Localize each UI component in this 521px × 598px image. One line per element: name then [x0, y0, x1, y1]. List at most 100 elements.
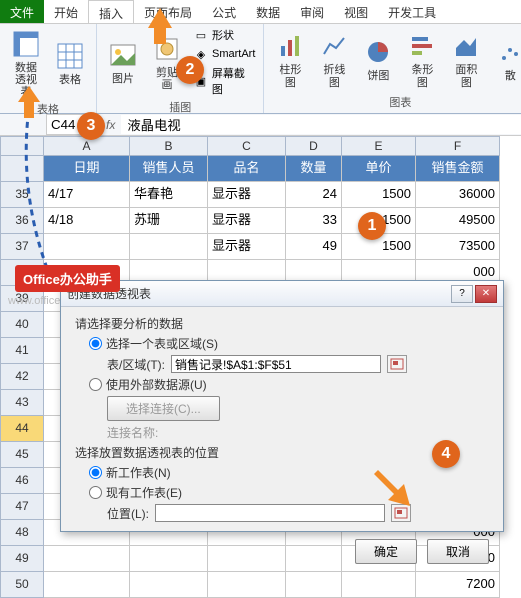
cell[interactable]: 华春艳 [130, 182, 208, 208]
shapes-button[interactable]: ▭形状 [191, 26, 257, 44]
location-label: 位置(L): [107, 505, 149, 522]
col-header-C[interactable]: C [208, 136, 286, 156]
table-button[interactable]: 表格 [50, 26, 90, 100]
create-pivot-dialog: 创建数据透视表 ? ✕ 请选择要分析的数据 选择一个表或区域(S) 表/区域(T… [60, 280, 504, 532]
cell[interactable]: 苏珊 [130, 208, 208, 234]
tab-formula[interactable]: 公式 [202, 0, 246, 23]
shapes-icon: ▭ [193, 27, 209, 43]
col-header-B[interactable]: B [130, 136, 208, 156]
dialog-close-button[interactable]: ✕ [475, 285, 497, 303]
group-illust-label: 插图 [103, 98, 257, 116]
cell[interactable]: 显示器 [208, 182, 286, 208]
header-cell-B[interactable]: 销售人员 [130, 156, 208, 182]
col-header-D[interactable]: D [286, 136, 342, 156]
picture-button[interactable]: 图片 [103, 26, 143, 98]
pie-chart-icon [362, 36, 394, 68]
tab-file[interactable]: 文件 [0, 0, 44, 23]
column-headers: A B C D E F [0, 136, 521, 156]
cell[interactable]: 24 [286, 182, 342, 208]
table-icon [54, 40, 86, 72]
row-header[interactable]: 40 [0, 312, 44, 338]
ribbon-content: 数据 透视表 表格 表格 图片 剪贴画 ▭形状 ◈SmartArt ▣屏幕截图 [0, 24, 521, 114]
radio-existing-sheet[interactable] [89, 486, 102, 499]
col-header-E[interactable]: E [342, 136, 416, 156]
section-analyze-label: 请选择要分析的数据 [75, 315, 489, 332]
cell[interactable] [286, 572, 342, 598]
cell[interactable]: 36000 [416, 182, 500, 208]
conn-name-label: 连接名称: [107, 424, 158, 441]
location-input[interactable] [155, 504, 385, 522]
cell[interactable]: 73500 [416, 234, 500, 260]
tab-view[interactable]: 视图 [334, 0, 378, 23]
ribbon-tabs: 文件 开始 插入 页面布局 公式 数据 审阅 视图 开发工具 [0, 0, 521, 24]
scatter-chart-icon [494, 36, 521, 68]
row-header[interactable]: 42 [0, 364, 44, 390]
row-header[interactable]: 41 [0, 338, 44, 364]
cell[interactable]: 7200 [416, 572, 500, 598]
opt-external[interactable]: 使用外部数据源(U) [89, 376, 207, 393]
line-chart-icon [318, 30, 350, 62]
cell[interactable]: 49 [286, 234, 342, 260]
cell[interactable] [130, 234, 208, 260]
cell[interactable] [342, 572, 416, 598]
range-ref-button[interactable] [387, 355, 407, 373]
bar-chart-icon [406, 30, 438, 62]
tab-home[interactable]: 开始 [44, 0, 88, 23]
callout-3: 3 [77, 112, 105, 140]
row-header[interactable]: 50 [0, 572, 44, 598]
line-chart-button[interactable]: 折线图 [314, 26, 354, 93]
header-cell-D[interactable]: 数量 [286, 156, 342, 182]
opt-existing-sheet[interactable]: 现有工作表(E) [89, 484, 182, 501]
cell[interactable]: 1500 [342, 182, 416, 208]
opt-select-range[interactable]: 选择一个表或区域(S) [89, 335, 218, 352]
column-chart-button[interactable]: 柱形图 [270, 26, 310, 93]
pivot-icon [10, 28, 42, 60]
row-header[interactable]: 45 [0, 442, 44, 468]
row-header[interactable]: 47 [0, 494, 44, 520]
cell[interactable]: 49500 [416, 208, 500, 234]
row-header[interactable]: 49 [0, 546, 44, 572]
dialog-body: 请选择要分析的数据 选择一个表或区域(S) 表/区域(T): 使用外部数据源(U… [61, 307, 503, 533]
range-input[interactable] [171, 355, 381, 373]
callout-4: 4 [432, 440, 460, 468]
group-charts: 柱形图 折线图 饼图 条形图 面积图 散 图表 [264, 24, 521, 113]
tab-review[interactable]: 审阅 [290, 0, 334, 23]
tab-data[interactable]: 数据 [246, 0, 290, 23]
cell[interactable]: 33 [286, 208, 342, 234]
pie-chart-button[interactable]: 饼图 [358, 26, 398, 93]
header-cell-E[interactable]: 单价 [342, 156, 416, 182]
ok-button[interactable]: 确定 [355, 539, 417, 564]
bar-chart-button[interactable]: 条形图 [402, 26, 442, 93]
arrow-to-pivot [12, 86, 46, 120]
opt-new-sheet[interactable]: 新工作表(N) [89, 464, 171, 481]
radio-select-range[interactable] [89, 337, 102, 350]
header-cell-F[interactable]: 销售金额 [416, 156, 500, 182]
cell[interactable]: 显示器 [208, 234, 286, 260]
tab-dev[interactable]: 开发工具 [378, 0, 446, 23]
callout-2: 2 [176, 56, 204, 84]
area-chart-button[interactable]: 面积图 [446, 26, 486, 93]
row-header[interactable]: 44 [0, 416, 44, 442]
dialog-titlebar[interactable]: 创建数据透视表 ? ✕ [61, 281, 503, 307]
area-chart-icon [450, 30, 482, 62]
cell[interactable] [208, 572, 286, 598]
scatter-chart-button[interactable]: 散 [490, 26, 521, 93]
picture-label: 图片 [112, 73, 134, 85]
cell[interactable]: 显示器 [208, 208, 286, 234]
formula-input[interactable] [121, 115, 521, 134]
cell[interactable] [130, 572, 208, 598]
radio-external[interactable] [89, 378, 102, 391]
col-header-F[interactable]: F [416, 136, 500, 156]
cancel-button[interactable]: 取消 [427, 539, 489, 564]
row-header[interactable]: 43 [0, 390, 44, 416]
tab-insert[interactable]: 插入 [88, 0, 134, 23]
table-label: 表格 [59, 74, 81, 86]
row-header[interactable]: 48 [0, 520, 44, 546]
arrow-to-ok [368, 460, 418, 510]
header-cell-C[interactable]: 品名 [208, 156, 286, 182]
dialog-help-button[interactable]: ? [451, 285, 473, 303]
cell[interactable] [44, 572, 130, 598]
office-badge: Office办公助手 [15, 265, 120, 292]
row-header[interactable]: 46 [0, 468, 44, 494]
radio-new-sheet[interactable] [89, 466, 102, 479]
